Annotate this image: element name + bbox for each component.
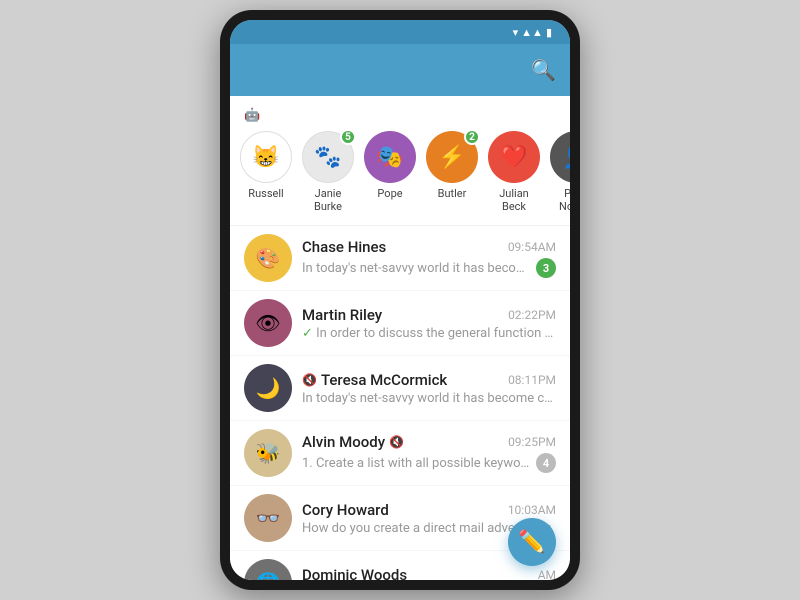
- chat-body-martin: Martin Riley 02:22PM ✓ In order to discuss…: [302, 306, 556, 341]
- chat-time-martin: 02:22PM: [508, 308, 556, 322]
- chat-header-cory: Cory Howard 10:03AM: [302, 501, 556, 519]
- chat-avatar-teresa: 🌙: [244, 364, 292, 412]
- check-icon-martin: ✓: [302, 326, 316, 341]
- bot-item-pope[interactable]: 🎭 Pope: [364, 131, 416, 213]
- chat-time-dominic: AM: [538, 568, 556, 580]
- chat-name-chase: Chase Hines: [302, 238, 386, 256]
- bot-name-janie: Janie Burke: [302, 187, 354, 213]
- bot-badge-butler: 2: [464, 131, 480, 145]
- muted-name-alvin: 🔇: [389, 435, 404, 449]
- compose-button[interactable]: ✏️: [508, 518, 556, 566]
- search-icon[interactable]: 🔍: [531, 58, 556, 82]
- chat-item-chase[interactable]: 🎨 Chase Hines 09:54AM In today's net-savvy …: [230, 226, 570, 291]
- chat-name-dominic: Dominic Woods: [302, 566, 407, 580]
- phone-frame: ▾ ▲▲ ▮ 🔍 🤖 😸 Russell 🐾5 Janie Burke 🎭 Pope ⚡2 B…: [220, 10, 580, 590]
- signal-icon: ▲▲: [521, 26, 543, 39]
- bot-name-pope: Pope: [377, 187, 402, 200]
- chat-badge-alvin: 4: [536, 453, 556, 473]
- chat-time-alvin: 09:25PM: [508, 435, 556, 449]
- chat-header-dominic: Dominic Woods AM: [302, 566, 556, 580]
- main-content: 🤖 😸 Russell 🐾5 Janie Burke 🎭 Pope ⚡2 Butler ❤️ Ju…: [230, 96, 570, 580]
- chat-item-teresa[interactable]: 🌙 🔇Teresa McCormick 08:11PM In today's net-…: [230, 356, 570, 421]
- chat-name-cory: Cory Howard: [302, 501, 389, 519]
- chat-time-teresa: 08:11PM: [508, 373, 556, 387]
- muted-icon-teresa: 🔇: [302, 373, 317, 387]
- chat-avatar-dominic: 🌐: [244, 559, 292, 580]
- status-icons: ▾ ▲▲ ▮: [513, 26, 552, 39]
- chat-avatar-martin: 👁: [244, 299, 292, 347]
- bot-avatar-polly: 👤: [550, 131, 570, 183]
- wifi-icon: ▾: [513, 26, 519, 39]
- chat-name-alvin: Alvin Moody 🔇: [302, 433, 404, 451]
- bot-avatar-julian: ❤️: [488, 131, 540, 183]
- bot-avatar-wrapper-janie: 🐾5: [302, 131, 354, 183]
- chat-preview-text-martin: ✓ In order to discuss the general functi…: [302, 326, 556, 341]
- chat-preview-alvin: 1. Create a list with all possible keywo…: [302, 453, 556, 473]
- bot-item-russell[interactable]: 😸 Russell: [240, 131, 292, 213]
- bot-name-julian: Julian Beck: [488, 187, 540, 213]
- bot-icon: 🤖: [244, 108, 260, 123]
- bot-avatar-wrapper-butler: ⚡2: [426, 131, 478, 183]
- bot-avatar-wrapper-julian: ❤️: [488, 131, 540, 183]
- chat-avatar-cory: 👓: [244, 494, 292, 542]
- status-bar: ▾ ▲▲ ▮: [230, 20, 570, 44]
- chat-preview-teresa: In today's net-savvy world it has become…: [302, 391, 556, 406]
- bot-avatar-russell: 😸: [240, 131, 292, 183]
- bot-item-polly[interactable]: 👤 Polly Norton: [550, 131, 570, 213]
- chat-avatar-alvin: 🐝: [244, 429, 292, 477]
- chat-time-cory: 10:03AM: [508, 503, 556, 517]
- chat-item-martin[interactable]: 👁 Martin Riley 02:22PM ✓ In order to discus…: [230, 291, 570, 356]
- battery-icon: ▮: [546, 26, 552, 39]
- bot-item-butler[interactable]: ⚡2 Butler: [426, 131, 478, 213]
- chat-name-martin: Martin Riley: [302, 306, 382, 324]
- chat-header-teresa: 🔇Teresa McCormick 08:11PM: [302, 371, 556, 389]
- bots-label: 🤖: [230, 104, 570, 131]
- toolbar: 🔍: [230, 44, 570, 96]
- chat-avatar-chase: 🎨: [244, 234, 292, 282]
- bot-item-janie[interactable]: 🐾5 Janie Burke: [302, 131, 354, 213]
- chat-preview-chase: In today's net-savvy world it has become…: [302, 258, 556, 278]
- chat-preview-text-alvin: 1. Create a list with all possible keywo…: [302, 456, 530, 471]
- chat-preview-martin: ✓ In order to discuss the general functi…: [302, 326, 556, 341]
- bot-name-butler: Butler: [438, 187, 467, 200]
- bot-avatar-wrapper-russell: 😸: [240, 131, 292, 183]
- chat-body-teresa: 🔇Teresa McCormick 08:11PM In today's net-s…: [302, 371, 556, 406]
- chat-body-dominic: Dominic WoodsAMIn this digital generatio…: [302, 566, 556, 580]
- bots-section: 🤖 😸 Russell 🐾5 Janie Burke 🎭 Pope ⚡2 Butler ❤️ Ju…: [230, 96, 570, 225]
- bot-avatar-wrapper-polly: 👤: [550, 131, 570, 183]
- chat-name-teresa: 🔇Teresa McCormick: [302, 371, 447, 389]
- bot-badge-janie: 5: [340, 131, 356, 145]
- bot-item-julian[interactable]: ❤️ Julian Beck: [488, 131, 540, 213]
- bots-avatars-list: 😸 Russell 🐾5 Janie Burke 🎭 Pope ⚡2 Butler ❤️ Juli…: [230, 131, 570, 221]
- chat-body-alvin: Alvin Moody 🔇 09:25PM 1. Create a list wit…: [302, 433, 556, 473]
- chat-header-martin: Martin Riley 02:22PM: [302, 306, 556, 324]
- bot-name-russell: Russell: [248, 187, 283, 200]
- chat-body-chase: Chase Hines 09:54AM In today's net-savvy w…: [302, 238, 556, 278]
- chat-badge-chase: 3: [536, 258, 556, 278]
- chat-preview-text-teresa: In today's net-savvy world it has become…: [302, 391, 556, 406]
- chat-preview-text-chase: In today's net-savvy world it has become: [302, 261, 530, 276]
- chat-header-alvin: Alvin Moody 🔇 09:25PM: [302, 433, 556, 451]
- chat-header-chase: Chase Hines 09:54AM: [302, 238, 556, 256]
- bot-avatar-wrapper-pope: 🎭: [364, 131, 416, 183]
- bot-avatar-pope: 🎭: [364, 131, 416, 183]
- chat-time-chase: 09:54AM: [508, 240, 556, 254]
- phone-screen: ▾ ▲▲ ▮ 🔍 🤖 😸 Russell 🐾5 Janie Burke 🎭 Pope ⚡2 B…: [230, 20, 570, 580]
- bot-name-polly: Polly Norton: [550, 187, 570, 213]
- chat-item-alvin[interactable]: 🐝 Alvin Moody 🔇 09:25PM 1. Create a list wi…: [230, 421, 570, 486]
